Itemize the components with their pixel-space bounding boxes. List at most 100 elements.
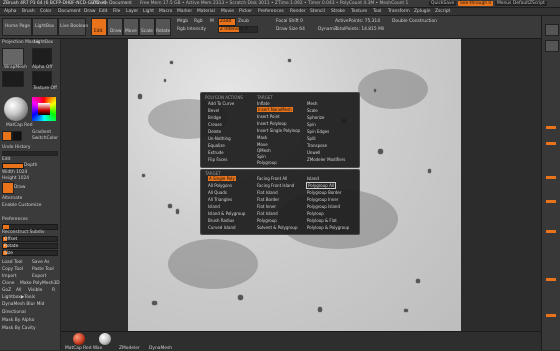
action-insert-single-polyloop[interactable]: Insert Single Polyloop — [257, 128, 300, 133]
action-insert-point[interactable]: Insert Point — [257, 114, 280, 119]
action-split[interactable]: Split — [307, 136, 316, 141]
live-boolean-button[interactable]: Live Boolean — [58, 18, 88, 36]
export-button[interactable]: Export — [32, 274, 46, 279]
main-color-swatch[interactable] — [2, 131, 12, 141]
material-red-wax-icon[interactable] — [73, 333, 85, 345]
action-spherize[interactable]: Spherize — [307, 115, 324, 120]
target-facing-front-island[interactable]: Facing Front Island — [257, 183, 294, 188]
action-unwell[interactable]: Unwell — [307, 150, 320, 155]
zmodeler-brush-icon[interactable] — [99, 333, 111, 345]
action-insert-nanomesh[interactable]: Insert NanoMesh — [257, 107, 293, 112]
copy-tool-button[interactable]: Copy Tool — [2, 267, 23, 272]
target-polygroup-inner[interactable]: Polygroup Inner — [307, 197, 338, 202]
target-island-polygroup[interactable]: Island & Polygroup — [208, 211, 245, 216]
secondary-color-swatch[interactable] — [12, 131, 22, 141]
menu-light[interactable]: Light — [143, 9, 154, 14]
all-button[interactable]: All — [16, 288, 21, 293]
bpr-button[interactable] — [545, 24, 559, 36]
edit-label[interactable]: Edit — [2, 157, 11, 162]
menu-stroke[interactable]: Stroke — [331, 9, 345, 14]
height-value[interactable]: Height 1024 — [2, 176, 29, 181]
menu-edit[interactable]: Edit — [99, 9, 108, 14]
alternate-toggle[interactable]: Alternate — [2, 196, 22, 201]
preferences-label[interactable]: Preferences — [2, 217, 28, 222]
gradient-label[interactable]: Gradient — [32, 130, 51, 135]
z-intensity-slider[interactable]: Z Intensity 9 — [218, 26, 258, 33]
menu-stencil[interactable]: Stencil — [310, 9, 325, 14]
target-flat-island-2[interactable]: Flat Island — [257, 211, 278, 216]
goz-button[interactable]: GoZ — [2, 288, 11, 293]
spix-button[interactable] — [545, 40, 559, 52]
menu-render[interactable]: Render — [290, 9, 306, 14]
menu-brush[interactable]: Brush — [22, 9, 35, 14]
target-brush-radius[interactable]: Brush Radius — [208, 218, 234, 223]
target-polyloop-flat[interactable]: Polyloop & Flat — [307, 218, 337, 223]
brush-thumbnail[interactable] — [2, 48, 24, 66]
action-add-to-curve[interactable]: Add To Curve — [208, 101, 234, 106]
focal-shift-slider[interactable]: Focal Shift 0 — [276, 19, 303, 24]
dynamesh-blur-label[interactable]: DynaMesh Blur Mid — [2, 302, 44, 307]
make-polymesh-button[interactable]: Make PolyMesh3D — [20, 281, 60, 286]
action-qmesh[interactable]: QMesh — [257, 148, 271, 153]
target-all-polygons[interactable]: All Polygons — [208, 183, 232, 188]
switch-color-label[interactable]: SwitchColor — [32, 136, 58, 141]
draw-button[interactable]: Draw — [107, 18, 123, 36]
action-move[interactable]: Move — [257, 142, 268, 147]
menu-layer[interactable]: Layer — [126, 9, 138, 14]
clone-button[interactable]: Clone — [2, 281, 14, 286]
menu-picker[interactable]: Picker — [239, 9, 252, 14]
m-toggle[interactable]: M — [210, 19, 214, 24]
lightbox-toggle[interactable]: LightBox — [34, 40, 53, 45]
color-saturation-square[interactable] — [38, 103, 50, 115]
menu-zscript[interactable]: Zscript — [435, 9, 450, 14]
paste-tool-button[interactable]: Paste Tool — [32, 267, 54, 272]
target-island-3[interactable]: Island — [307, 176, 319, 181]
menu-marker[interactable]: Marker — [177, 9, 192, 14]
default-zscript-button[interactable]: DefaultZScript — [511, 1, 547, 6]
target-all-quads[interactable]: All Quads — [208, 190, 227, 195]
action-inflate[interactable]: Inflate — [257, 101, 270, 106]
menu-color[interactable]: Color — [40, 9, 51, 14]
depth-slider[interactable] — [2, 163, 24, 169]
target-polygroup-island[interactable]: Polygroup Island — [307, 204, 340, 209]
action-scale[interactable]: Scale — [307, 108, 318, 113]
scale-button[interactable]: Scale — [139, 18, 155, 36]
menu-preferences[interactable]: Preferences — [258, 9, 284, 14]
load-tool-button[interactable]: Load Tool — [2, 260, 22, 265]
rgb-intensity-slider[interactable]: Rgb Intensity — [177, 27, 206, 32]
menu-texture[interactable]: Texture — [351, 9, 367, 14]
rotate-button[interactable]: Rotate — [155, 18, 171, 36]
target-polygroup[interactable]: Polygroup — [257, 218, 277, 223]
menu-draw[interactable]: Draw — [84, 9, 95, 14]
texture-thumbnail[interactable] — [2, 71, 24, 87]
mrgb-toggle[interactable]: Mrgb — [177, 19, 188, 24]
lightbox-button[interactable]: LightBox — [32, 18, 58, 36]
action-spin[interactable]: Spin — [257, 154, 266, 159]
target-polyloop[interactable]: Polyloop — [307, 211, 324, 216]
edit-button[interactable]: Edit — [91, 18, 107, 36]
target-a-single-poly[interactable]: A Single Poly — [208, 176, 236, 181]
lightbox-tools-button[interactable]: Lightbox▶Tools — [2, 295, 35, 300]
reconstruct-subdiv-label[interactable]: Reconstruct Subdiv — [2, 230, 45, 235]
draw-size-slider[interactable]: Draw Size 64 — [276, 27, 305, 32]
action-mask[interactable]: Mask — [257, 135, 267, 140]
zsub-toggle[interactable]: Zsub — [238, 19, 249, 24]
color-picker[interactable] — [32, 97, 56, 121]
target-facing-front-all[interactable]: Facing Front All — [257, 176, 287, 181]
action-transpose[interactable]: Transpose — [307, 143, 327, 148]
import-button[interactable]: Import — [2, 274, 17, 279]
target-flat-border[interactable]: Flat Border — [257, 197, 279, 202]
menu-tool[interactable]: Tool — [373, 9, 382, 14]
target-polygroup-all[interactable]: Polygroup All — [306, 182, 337, 189]
menu-movie[interactable]: Movie — [221, 9, 234, 14]
home-page-button[interactable]: Home Page — [2, 18, 32, 36]
material-sphere[interactable] — [4, 97, 28, 121]
undo-history-bar[interactable] — [2, 151, 58, 156]
directional-toggle[interactable]: Directional — [2, 310, 26, 315]
action-mesh[interactable]: Mesh — [307, 101, 318, 106]
action-zmodeler-modifiers[interactable]: ZModeler Modifiers — [307, 157, 345, 162]
alpha-thumbnail[interactable] — [32, 48, 52, 66]
target-all-triangles[interactable]: All Triangles — [208, 197, 232, 202]
action-insert-polyloop[interactable]: Insert Polyloop — [257, 121, 286, 126]
mask-by-cavity-button[interactable]: Mask By Cavity — [2, 326, 36, 331]
